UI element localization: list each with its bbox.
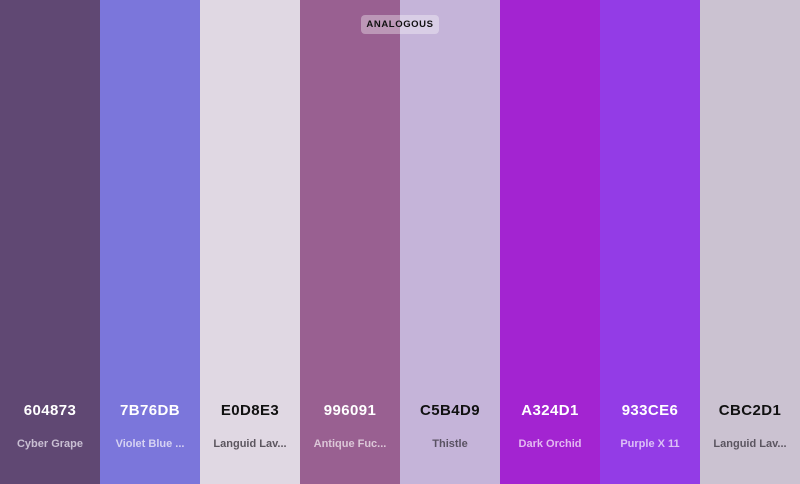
color-name: Thistle — [432, 438, 468, 450]
color-swatch-1[interactable]: 604873 Cyber Grape — [0, 0, 100, 484]
hex-code[interactable]: A324D1 — [500, 402, 600, 419]
hex-code[interactable]: 933CE6 — [600, 402, 700, 419]
color-name: Violet Blue ... — [115, 438, 185, 450]
color-swatch-3[interactable]: E0D8E3 Languid Lav... — [200, 0, 300, 484]
color-swatch-8[interactable]: CBC2D1 Languid Lav... — [700, 0, 800, 484]
color-name: Languid Lav... — [213, 438, 287, 450]
scheme-badge: ANALOGOUS — [361, 15, 439, 34]
color-name: Cyber Grape — [16, 438, 84, 450]
hex-code[interactable]: CBC2D1 — [700, 402, 800, 419]
color-swatch-6[interactable]: A324D1 Dark Orchid — [500, 0, 600, 484]
color-swatch-5[interactable]: C5B4D9 Thistle — [400, 0, 500, 484]
hex-code[interactable]: C5B4D9 — [400, 402, 500, 419]
color-palette: 604873 Cyber Grape 7B76DB Violet Blue ..… — [0, 0, 800, 484]
color-name: Antique Fuc... — [313, 438, 387, 450]
color-name: Purple X 11 — [620, 438, 680, 450]
color-swatch-2[interactable]: 7B76DB Violet Blue ... — [100, 0, 200, 484]
color-swatch-4[interactable]: 996091 Antique Fuc... — [300, 0, 400, 484]
hex-code[interactable]: E0D8E3 — [200, 402, 300, 419]
color-name: Languid Lav... — [713, 438, 787, 450]
hex-code[interactable]: 7B76DB — [100, 402, 200, 419]
color-swatch-7[interactable]: 933CE6 Purple X 11 — [600, 0, 700, 484]
hex-code[interactable]: 604873 — [0, 402, 100, 419]
color-name: Dark Orchid — [518, 438, 582, 450]
hex-code[interactable]: 996091 — [300, 402, 400, 419]
